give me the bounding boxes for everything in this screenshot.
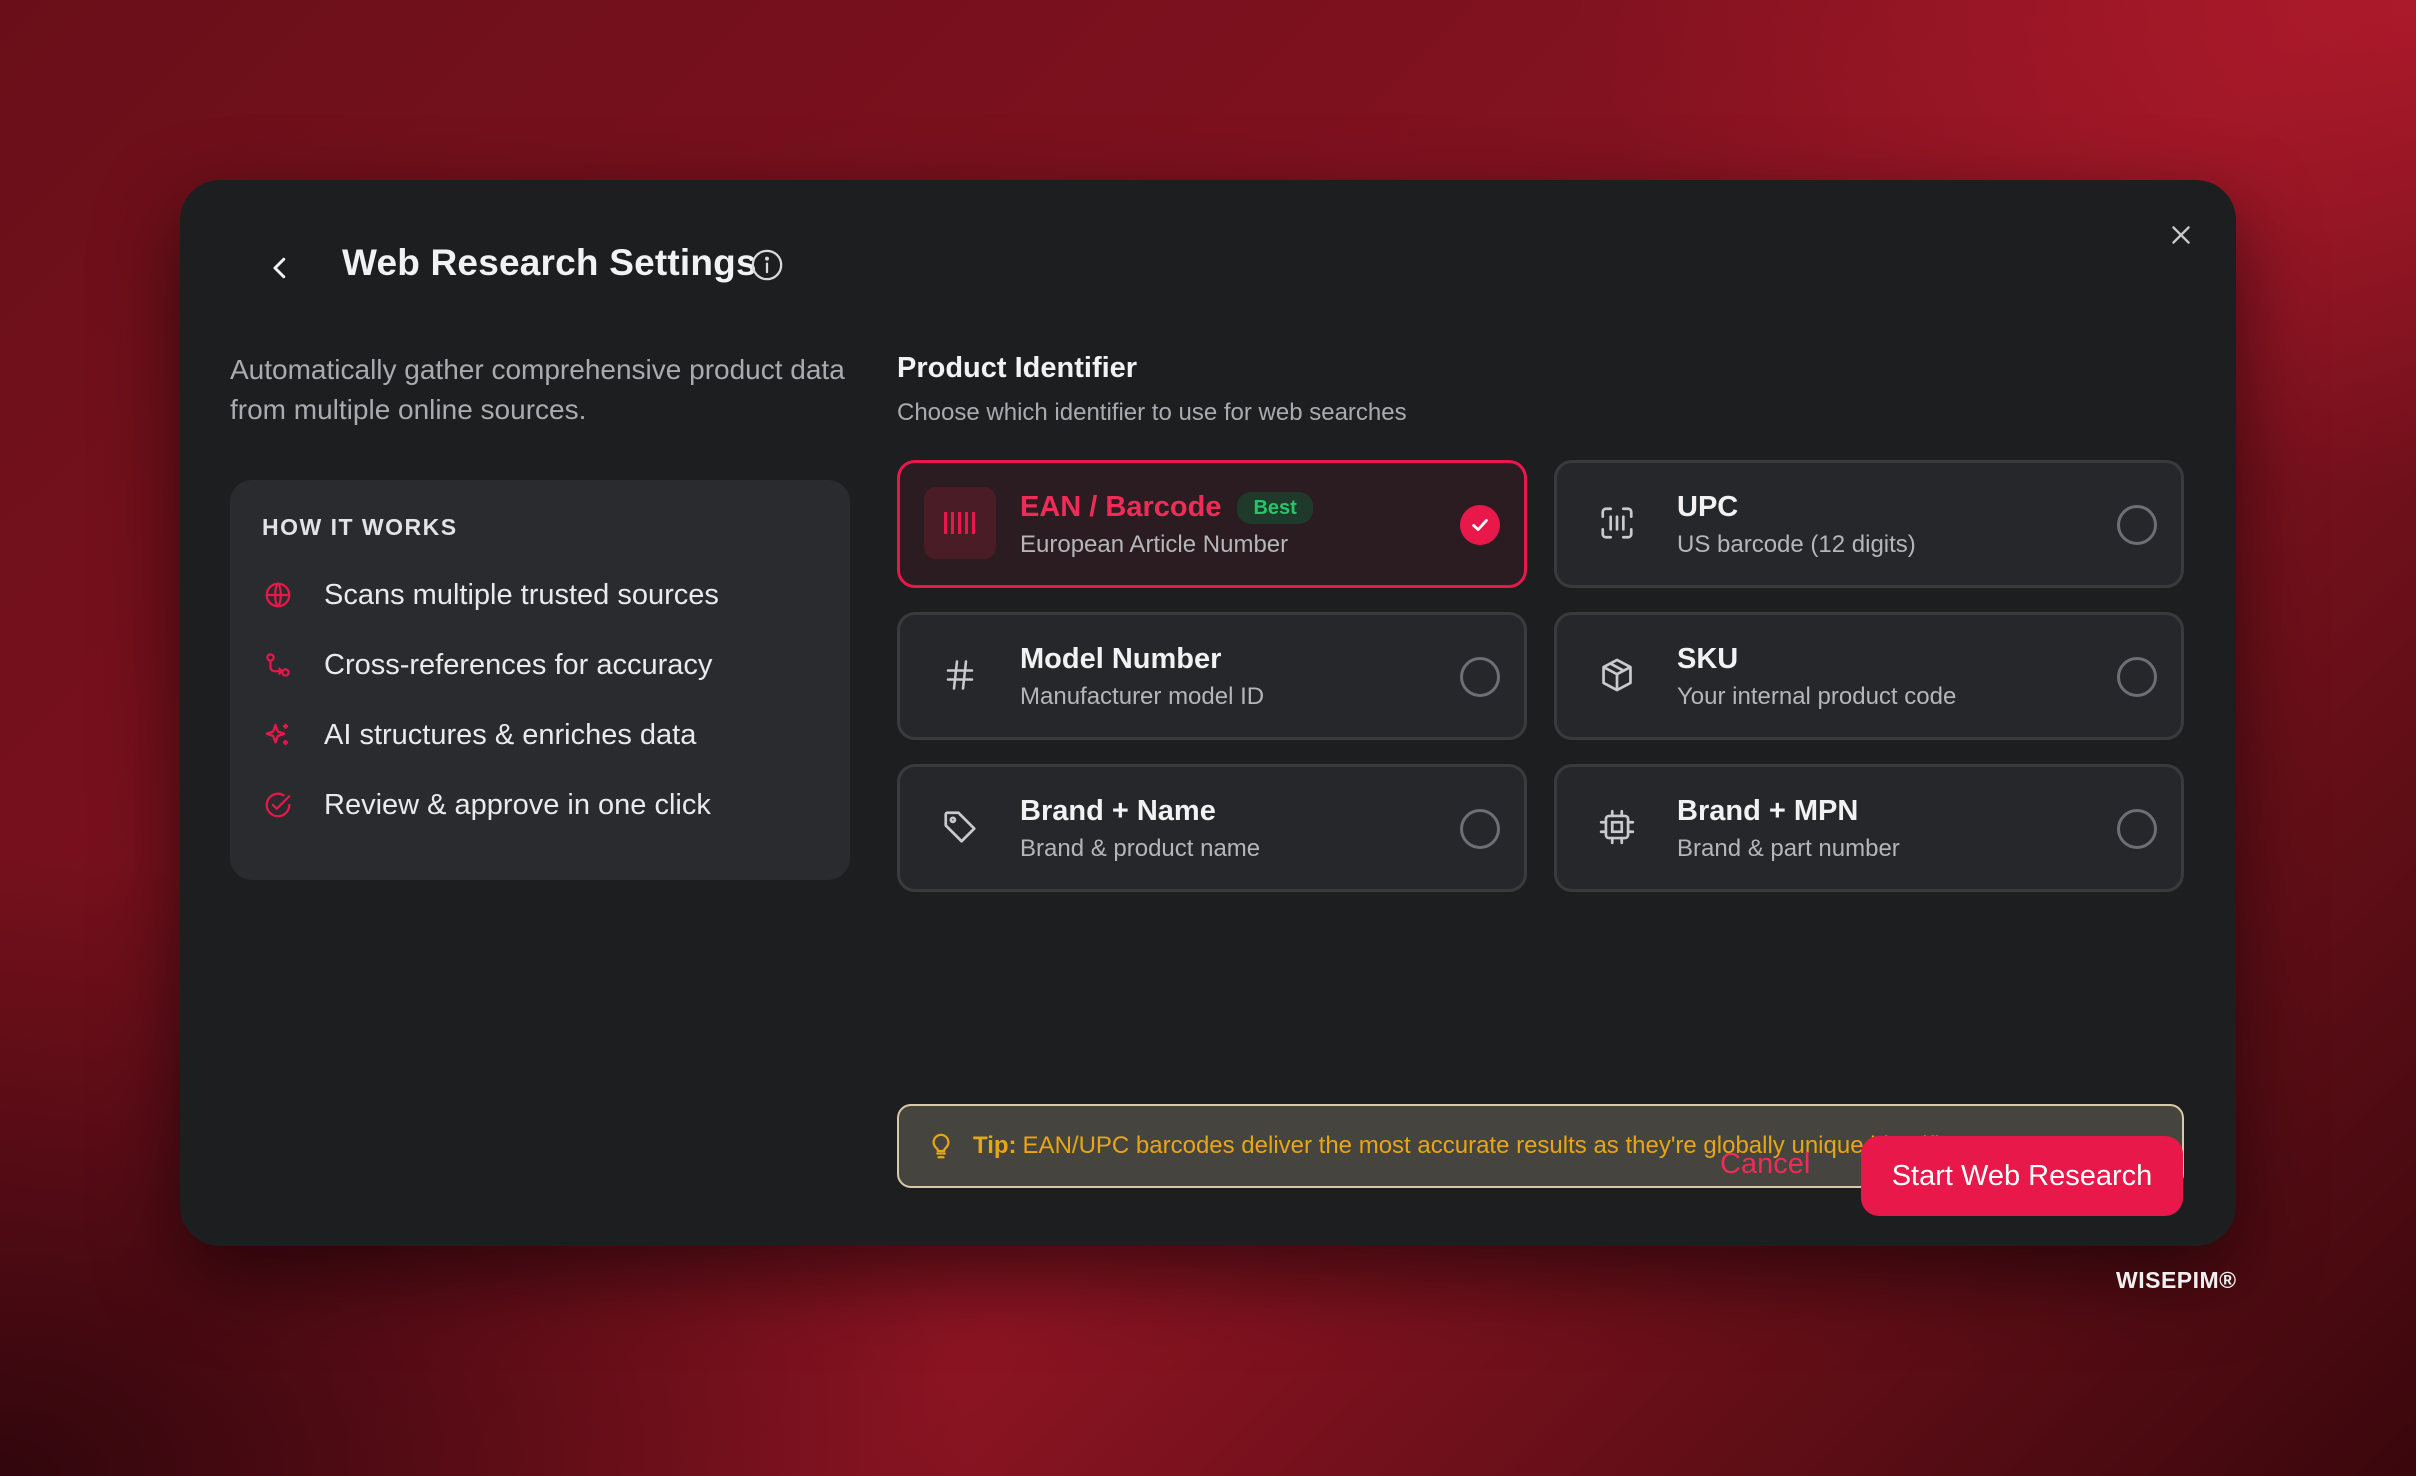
scan-barcode-icon [1581,487,1653,559]
list-item: Review & approve in one click [262,767,818,843]
list-item-label: Cross-references for accuracy [324,648,713,681]
start-web-research-button[interactable]: Start Web Research [1861,1136,2183,1216]
option-radio[interactable] [2117,809,2157,849]
list-item-label: Scans multiple trusted sources [324,578,719,611]
identifier-title: Product Identifier [897,352,1138,384]
identifier-section: Product Identifier Choose which identifi… [897,352,2184,1188]
option-description: Manufacturer model ID [1020,683,1265,710]
option-upc[interactable]: UPC US barcode (12 digits) [1554,460,2184,588]
how-it-works-panel: HOW IT WORKS Scans multiple trusted sour… [230,480,850,880]
identifier-subtitle: Choose which identifier to use for web s… [897,399,1407,426]
identifier-options: EAN / Barcode Best European Article Numb… [897,460,2184,892]
back-button[interactable] [250,238,310,298]
chevron-left-icon [273,257,286,279]
option-radio[interactable] [2117,657,2157,697]
cpu-icon [1581,791,1653,863]
list-item: AI structures & enriches data [262,697,818,773]
list-item-label: Review & approve in one click [324,788,711,821]
option-description: Your internal product code [1677,683,1957,710]
lightbulb-icon [923,1128,959,1164]
option-label: Model Number [1020,643,1222,675]
barcode-icon [924,487,996,559]
option-ean-barcode[interactable]: EAN / Barcode Best European Article Numb… [897,460,1527,588]
option-brand-mpn[interactable]: Brand + MPN Brand & part number [1554,764,2184,892]
option-radio-checked[interactable] [1460,505,1500,545]
option-label: SKU [1677,643,1739,675]
option-brand-name[interactable]: Brand + Name Brand & product name [897,764,1527,892]
tip-label: Tip: [973,1132,1017,1159]
option-description: European Article Number [1020,531,1289,558]
check-icon [1472,519,1488,531]
option-model-number[interactable]: Model Number Manufacturer model ID [897,612,1527,740]
tip-text: EAN/UPC barcodes deliver the most accura… [1022,1132,1980,1159]
how-it-works-list: Scans multiple trusted sources Cross-ref… [262,557,818,843]
option-label: Brand + Name [1020,795,1216,827]
how-it-works-title: HOW IT WORKS [262,514,458,540]
package-icon [1581,639,1653,711]
brand-logo: WISEPIM® [2116,1267,2237,1293]
option-radio[interactable] [1460,809,1500,849]
web-research-dialog: Web Research Settings Automatically gath… [180,180,2236,1246]
option-label: UPC [1677,491,1739,523]
hash-icon [924,639,996,711]
option-label: EAN / Barcode [1020,491,1222,523]
list-item: Cross-references for accuracy [262,627,818,703]
check-circle-icon [254,781,302,829]
option-radio[interactable] [2117,505,2157,545]
sparkles-icon [254,711,302,759]
dialog-title: Web Research Settings [342,242,757,283]
cancel-button[interactable]: Cancel [1720,1148,1810,1181]
option-description: US barcode (12 digits) [1677,531,1916,558]
close-button[interactable] [2156,210,2206,260]
git-compare-icon [254,641,302,689]
list-item-label: AI structures & enriches data [324,718,697,751]
option-radio[interactable] [1460,657,1500,697]
option-sku[interactable]: SKU Your internal product code [1554,612,2184,740]
close-icon [2172,226,2190,244]
dialog-description: Automatically gather comprehensive produ… [230,354,845,425]
info-icon[interactable] [750,248,784,282]
list-item: Scans multiple trusted sources [262,557,818,633]
tag-icon [924,791,996,863]
globe-icon [254,571,302,619]
option-description: Brand & part number [1677,835,1900,862]
option-description: Brand & product name [1020,835,1261,862]
best-badge: Best [1237,491,1313,524]
option-label: Brand + MPN [1677,795,1859,827]
